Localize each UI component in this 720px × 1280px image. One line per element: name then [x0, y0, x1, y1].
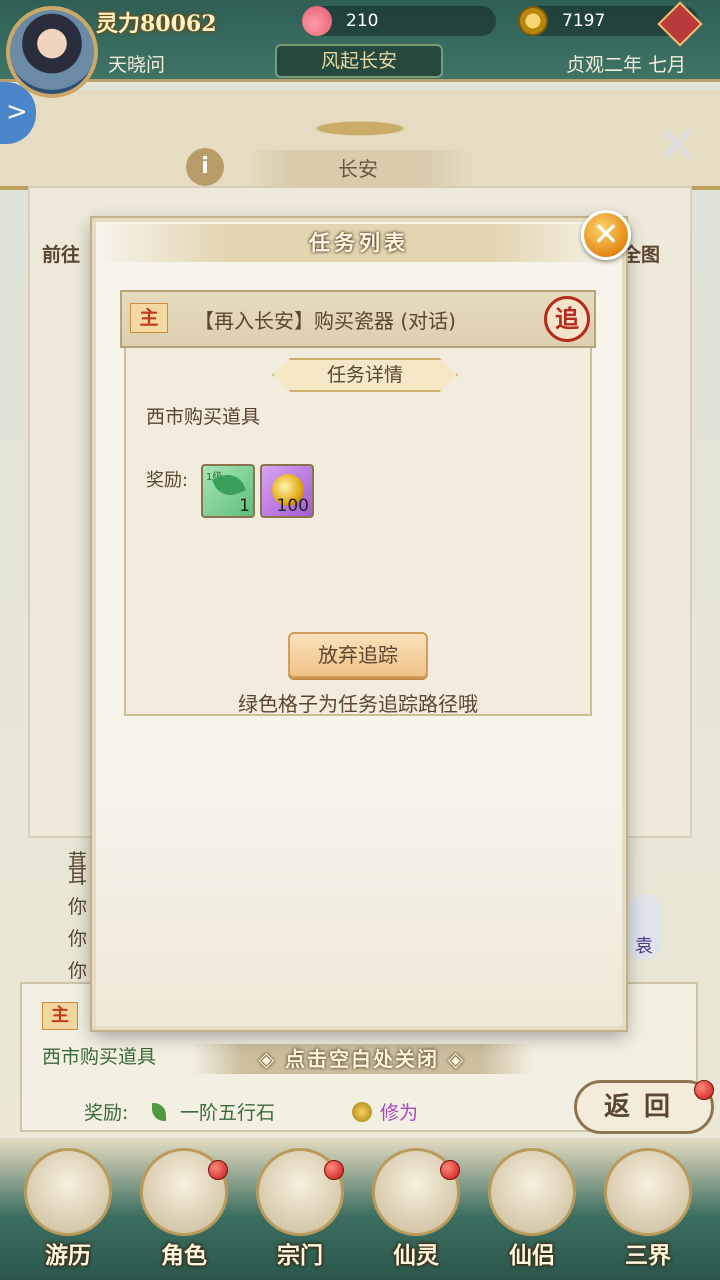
detail-header: 任务详情 — [272, 358, 458, 392]
bottom-quest-desc: 西市购买道具 — [42, 1046, 157, 1068]
bottom-reward-xiuwei-label: 修为 — [380, 1102, 419, 1124]
side-badge[interactable]: 袁 — [626, 894, 662, 960]
game-date: 贞观二年 七月 — [566, 54, 687, 76]
nav-spirit[interactable]: 仙灵 — [364, 1148, 468, 1272]
reward-count: 100 — [276, 496, 309, 516]
chapter-title: 风起长安 — [275, 44, 443, 78]
reward-label: 奖励: — [146, 470, 189, 491]
dialog-title: 任务列表 — [96, 224, 622, 262]
coin-count: 7197 — [562, 11, 606, 31]
nav-sect-label: 宗门 — [277, 1242, 323, 1269]
return-button[interactable]: 返回 — [574, 1080, 714, 1134]
nav-character-red-dot — [208, 1160, 228, 1180]
player-avatar[interactable] — [6, 6, 98, 98]
info-icon[interactable]: i — [186, 148, 224, 186]
peach-count: 210 — [346, 11, 379, 31]
realm-guardian-icon — [604, 1148, 692, 1236]
nav-character[interactable]: 角色 — [132, 1148, 236, 1272]
bottom-nav: 游历 角色 宗门 仙灵 仙侣 三界 — [0, 1138, 720, 1280]
nav-three-realms[interactable]: 三界 — [596, 1148, 700, 1272]
chat-line: 耳 — [68, 866, 88, 888]
nav-sect-red-dot — [324, 1160, 344, 1180]
peach-resource[interactable]: 210 — [302, 6, 496, 36]
coin-icon — [518, 6, 548, 36]
nav-travel[interactable]: 游历 — [16, 1148, 120, 1272]
peach-icon — [302, 6, 332, 36]
tracking-hint: 绿色格子为任务追踪路径哦 — [238, 692, 478, 716]
nav-character-label: 角色 — [161, 1242, 207, 1269]
spirit-power: 灵力80062 — [96, 11, 217, 37]
player-name: 天晓问 — [108, 54, 166, 76]
reward-count: 1 — [239, 496, 250, 516]
quest-main-tag: 主 — [130, 303, 168, 333]
chat-line: 你 — [68, 896, 88, 918]
quest-name: 【再入长安】购买瓷器 (对话) — [194, 309, 456, 333]
chat-line: 你 — [68, 928, 88, 950]
bottom-quest-tag: 主 — [42, 1002, 78, 1030]
reward-slot-cultivation[interactable]: 100 — [260, 464, 314, 518]
cultivation-icon — [352, 1102, 372, 1122]
track-seal-icon[interactable]: 追 — [544, 296, 590, 342]
bottom-reward-stone-label: 一阶五行石 — [180, 1102, 276, 1124]
dialog-close-icon[interactable]: ✕ — [581, 210, 631, 260]
map-close-icon[interactable]: ✕ — [654, 120, 700, 170]
bottom-reward-label: 奖励: — [84, 1102, 129, 1124]
city-name-plate: 长安 — [246, 150, 470, 188]
reward-slot-stone[interactable]: 1级 1 — [201, 464, 255, 518]
goto-label[interactable]: 前往 — [42, 240, 80, 267]
companion-icon — [488, 1148, 576, 1236]
nav-travel-label: 游历 — [45, 1242, 91, 1269]
mountain-icon — [24, 1148, 112, 1236]
close-hint: ◈ 点击空白处关闭 ◈ — [192, 1044, 532, 1074]
leaf-icon — [152, 1103, 166, 1121]
bottom-reward-stone: 一阶五行石 — [152, 1098, 275, 1125]
nav-companion[interactable]: 仙侣 — [480, 1148, 584, 1272]
return-red-dot — [694, 1080, 714, 1100]
detail-description: 西市购买道具 — [146, 406, 261, 428]
nav-spirit-label: 仙灵 — [393, 1242, 439, 1269]
chat-line: 你 — [68, 960, 88, 982]
nav-sect[interactable]: 宗门 — [248, 1148, 352, 1272]
nav-three-realms-label: 三界 — [625, 1242, 671, 1269]
bottom-reward-xiuwei: 修为 — [352, 1098, 418, 1125]
abandon-tracking-button[interactable]: 放弃追踪 — [288, 632, 428, 678]
nav-spirit-red-dot — [440, 1160, 460, 1180]
nav-companion-label: 仙侣 — [509, 1242, 555, 1269]
